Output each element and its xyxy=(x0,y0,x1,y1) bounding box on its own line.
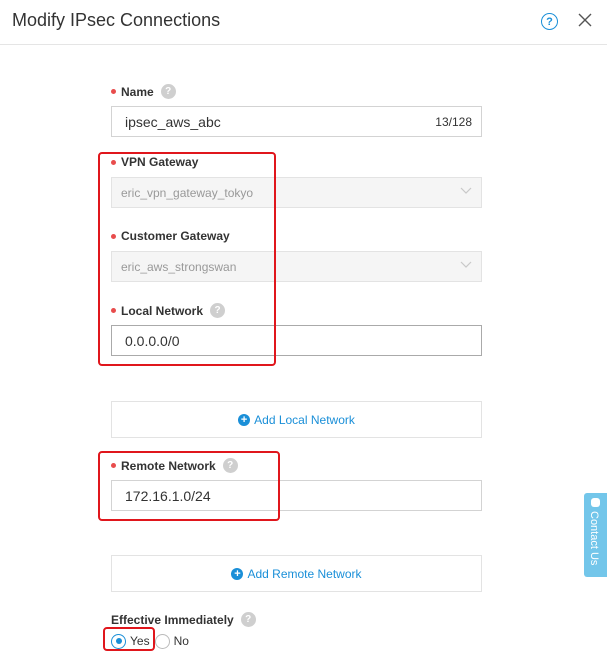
annotation-box xyxy=(98,451,280,521)
name-label-text: Name xyxy=(121,84,154,99)
contact-us-tab[interactable]: Contact Us xyxy=(584,493,607,577)
chevron-down-icon xyxy=(460,187,472,194)
annotation-box xyxy=(103,627,155,651)
required-indicator xyxy=(111,89,116,94)
name-label: Name ? xyxy=(111,84,176,99)
annotation-box xyxy=(98,152,276,366)
name-value: ipsec_aws_abc xyxy=(125,113,221,130)
help-icon[interactable]: ? xyxy=(541,13,558,30)
radio-label: No xyxy=(173,634,189,648)
chevron-down-icon xyxy=(460,261,472,268)
contact-us-label: Contact Us xyxy=(588,511,600,566)
add-remote-network-label: Add Remote Network xyxy=(247,566,362,581)
modify-ipsec-dialog: Modify IPsec Connections ? Name ? ipsec_… xyxy=(0,0,607,660)
add-local-network-button[interactable]: + Add Local Network xyxy=(111,401,482,438)
plus-circle-icon: + xyxy=(231,567,244,580)
question-icon[interactable]: ? xyxy=(160,84,176,99)
add-local-network-label: Add Local Network xyxy=(254,412,355,427)
add-remote-network-button[interactable]: + Add Remote Network xyxy=(111,555,482,592)
radio-option-no[interactable]: No xyxy=(154,633,189,649)
effective-immediately-label: Effective Immediately ? xyxy=(111,612,256,627)
dialog-title: Modify IPsec Connections xyxy=(12,10,221,30)
plus-circle-icon: + xyxy=(238,413,251,426)
dialog-header: Modify IPsec Connections ? xyxy=(0,0,607,45)
close-icon[interactable] xyxy=(577,12,593,28)
radio-button[interactable] xyxy=(154,633,170,649)
question-icon[interactable]: ? xyxy=(240,612,256,627)
chat-icon xyxy=(591,498,600,507)
name-char-counter: 13/128 xyxy=(435,115,472,129)
name-input[interactable]: ipsec_aws_abc 13/128 xyxy=(111,106,482,137)
effective-immediately-label-text: Effective Immediately xyxy=(111,612,234,627)
